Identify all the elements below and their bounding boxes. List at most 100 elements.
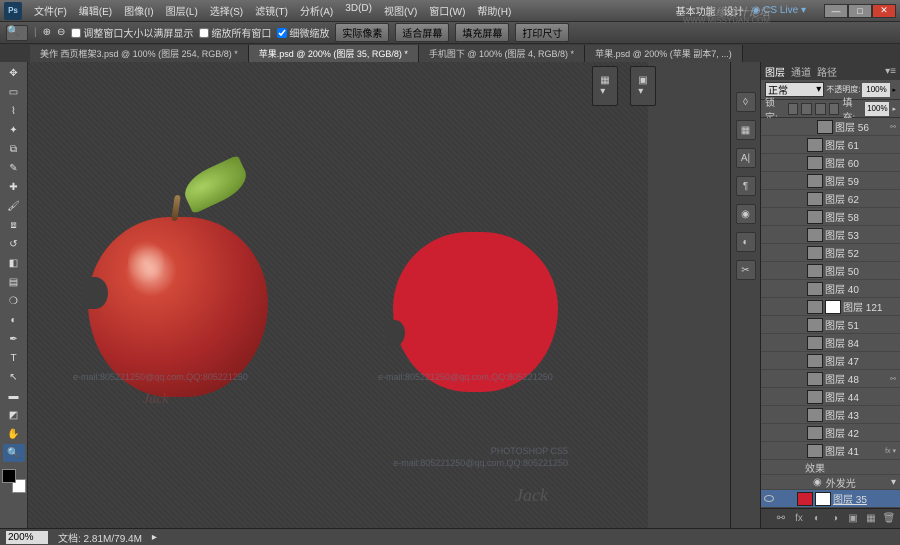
hand-tool[interactable]: ✋ xyxy=(3,425,25,443)
float-panel-screen[interactable]: ▣▾ xyxy=(630,66,656,106)
layer-row[interactable]: 图层 47 xyxy=(761,352,900,370)
document-tab[interactable]: 美作 西页框架3.psd @ 100% (图层 254, RGB/8) * xyxy=(30,45,249,62)
fit-screen-button[interactable]: 适合屏幕 xyxy=(395,23,449,42)
visibility-toggle[interactable] xyxy=(763,445,775,457)
visibility-toggle[interactable] xyxy=(763,319,775,331)
char-panel-icon[interactable]: A| xyxy=(736,148,756,168)
layer-row[interactable]: 图层 50 xyxy=(761,262,900,280)
visibility-toggle[interactable] xyxy=(763,265,775,277)
tab-layers[interactable]: 图层 xyxy=(765,64,785,79)
visibility-toggle[interactable] xyxy=(763,157,775,169)
lock-position-icon[interactable] xyxy=(815,103,826,115)
zoom-level-input[interactable]: 200% xyxy=(6,531,48,544)
brush-panel-icon[interactable]: ✂ xyxy=(736,260,756,280)
zoom-in-icon[interactable]: ⊕ xyxy=(43,27,51,38)
layer-row[interactable]: 图层 40 xyxy=(761,280,900,298)
visibility-toggle[interactable] xyxy=(763,283,775,295)
healing-tool[interactable]: ✚ xyxy=(3,178,25,196)
lock-pixels-icon[interactable] xyxy=(801,103,812,115)
move-tool[interactable]: ✥ xyxy=(3,64,25,82)
layer-row[interactable]: 图层 41fx ▾ xyxy=(761,442,900,460)
color-panel-icon[interactable]: ▦ xyxy=(736,120,756,140)
window-maximize[interactable]: □ xyxy=(848,4,872,18)
menu-窗口[interactable]: 窗口(W) xyxy=(423,3,471,18)
zoom-out-icon[interactable]: ⊖ xyxy=(57,27,65,38)
layer-row[interactable]: 图层 84 xyxy=(761,334,900,352)
path-tool[interactable]: ↖ xyxy=(3,368,25,386)
gradient-tool[interactable]: ▤ xyxy=(3,273,25,291)
visibility-toggle[interactable] xyxy=(763,373,775,385)
layer-effect-row[interactable]: ◉外发光▾ xyxy=(761,475,900,490)
layer-row[interactable]: 图层 59 xyxy=(761,172,900,190)
window-close[interactable]: ✕ xyxy=(872,4,896,18)
document-tab[interactable]: 苹果.psd @ 200% (苹果 副本7, ...) xyxy=(585,45,743,62)
layer-effect-row[interactable]: 效果 xyxy=(761,460,900,475)
para-panel-icon[interactable]: ¶ xyxy=(736,176,756,196)
menu-编辑[interactable]: 编辑(E) xyxy=(73,3,118,18)
visibility-toggle[interactable] xyxy=(763,301,775,313)
layer-row[interactable]: 图层 44 xyxy=(761,388,900,406)
crop-tool[interactable]: ⧉ xyxy=(3,140,25,158)
actual-pixels-button[interactable]: 实际像素 xyxy=(335,23,389,42)
layer-row[interactable]: 图层 121 xyxy=(761,298,900,316)
visibility-toggle[interactable] xyxy=(763,391,775,403)
layer-row[interactable]: 图层 35 xyxy=(761,490,900,508)
window-minimize[interactable]: — xyxy=(824,4,848,18)
fill-input[interactable]: 100% xyxy=(865,102,889,116)
scrubby-zoom-checkbox[interactable]: 细微缩放 xyxy=(277,25,329,40)
eraser-tool[interactable]: ◧ xyxy=(3,254,25,272)
menu-3D[interactable]: 3D(D) xyxy=(339,3,378,18)
layer-row[interactable]: 图层 61 xyxy=(761,136,900,154)
history-panel-icon[interactable]: ◊ xyxy=(736,92,756,112)
document-tab[interactable]: 手机图下 @ 100% (图层 4, RGB/8) * xyxy=(419,45,585,62)
layer-style-icon[interactable]: fx xyxy=(792,512,806,526)
layer-row[interactable]: 图层 42 xyxy=(761,424,900,442)
color-swatches[interactable] xyxy=(2,469,26,493)
layer-row[interactable]: 图层 62 xyxy=(761,190,900,208)
layer-row[interactable]: 图层 56⚯ xyxy=(761,118,900,136)
visibility-toggle[interactable] xyxy=(763,247,775,259)
status-menu-icon[interactable]: ▸ xyxy=(152,532,157,543)
visibility-toggle[interactable] xyxy=(763,493,775,505)
layer-row[interactable]: 图层 51 xyxy=(761,316,900,334)
visibility-toggle[interactable] xyxy=(763,139,775,151)
brush-tool[interactable]: 🖌 xyxy=(3,197,25,215)
eyedropper-tool[interactable]: ✎ xyxy=(3,159,25,177)
visibility-toggle[interactable] xyxy=(763,193,775,205)
menu-滤镜[interactable]: 滤镜(T) xyxy=(249,3,294,18)
dodge-tool[interactable]: ◐ xyxy=(3,311,25,329)
link-layers-icon[interactable]: ⚯ xyxy=(774,512,788,526)
lock-all-icon[interactable] xyxy=(829,103,840,115)
visibility-toggle[interactable] xyxy=(763,121,775,133)
resize-window-checkbox[interactable]: 调整窗口大小以满屏显示 xyxy=(71,25,193,40)
3d-tool[interactable]: ◩ xyxy=(3,406,25,424)
shape-tool[interactable]: ▬ xyxy=(3,387,25,405)
layer-row[interactable]: 图层 52 xyxy=(761,244,900,262)
tab-paths[interactable]: 路径 xyxy=(817,64,837,79)
layer-row[interactable]: 图层 58 xyxy=(761,208,900,226)
visibility-toggle[interactable] xyxy=(763,355,775,367)
adjustment-layer-icon[interactable]: ◑ xyxy=(828,512,842,526)
fill-screen-button[interactable]: 填充屏幕 xyxy=(455,23,509,42)
layers-list[interactable]: 图层 56⚯图层 61图层 60图层 59图层 62图层 58图层 53图层 5… xyxy=(761,118,900,508)
layer-row[interactable]: 图层 48⚯ xyxy=(761,370,900,388)
menu-选择[interactable]: 选择(S) xyxy=(204,3,249,18)
visibility-toggle[interactable] xyxy=(763,211,775,223)
pen-tool[interactable]: ✒ xyxy=(3,330,25,348)
tab-channels[interactable]: 通道 xyxy=(791,64,811,79)
lasso-tool[interactable]: ⌇ xyxy=(3,102,25,120)
canvas-area[interactable]: Jack Jack e-mail:805221250@qq.com,QQ:805… xyxy=(28,62,730,528)
layer-row[interactable]: 图层 60 xyxy=(761,154,900,172)
menu-视图[interactable]: 视图(V) xyxy=(378,3,423,18)
blur-tool[interactable]: ❍ xyxy=(3,292,25,310)
foreground-color[interactable] xyxy=(2,469,16,483)
visibility-toggle[interactable] xyxy=(763,427,775,439)
wand-tool[interactable]: ✦ xyxy=(3,121,25,139)
visibility-toggle[interactable] xyxy=(763,229,775,241)
opacity-input[interactable]: 100% xyxy=(862,83,890,97)
visibility-toggle[interactable] xyxy=(763,409,775,421)
zoom-tool[interactable]: 🔍 xyxy=(3,444,25,462)
lock-transparency-icon[interactable] xyxy=(788,103,799,115)
visibility-toggle[interactable] xyxy=(763,175,775,187)
layer-row[interactable]: 图层 53 xyxy=(761,226,900,244)
